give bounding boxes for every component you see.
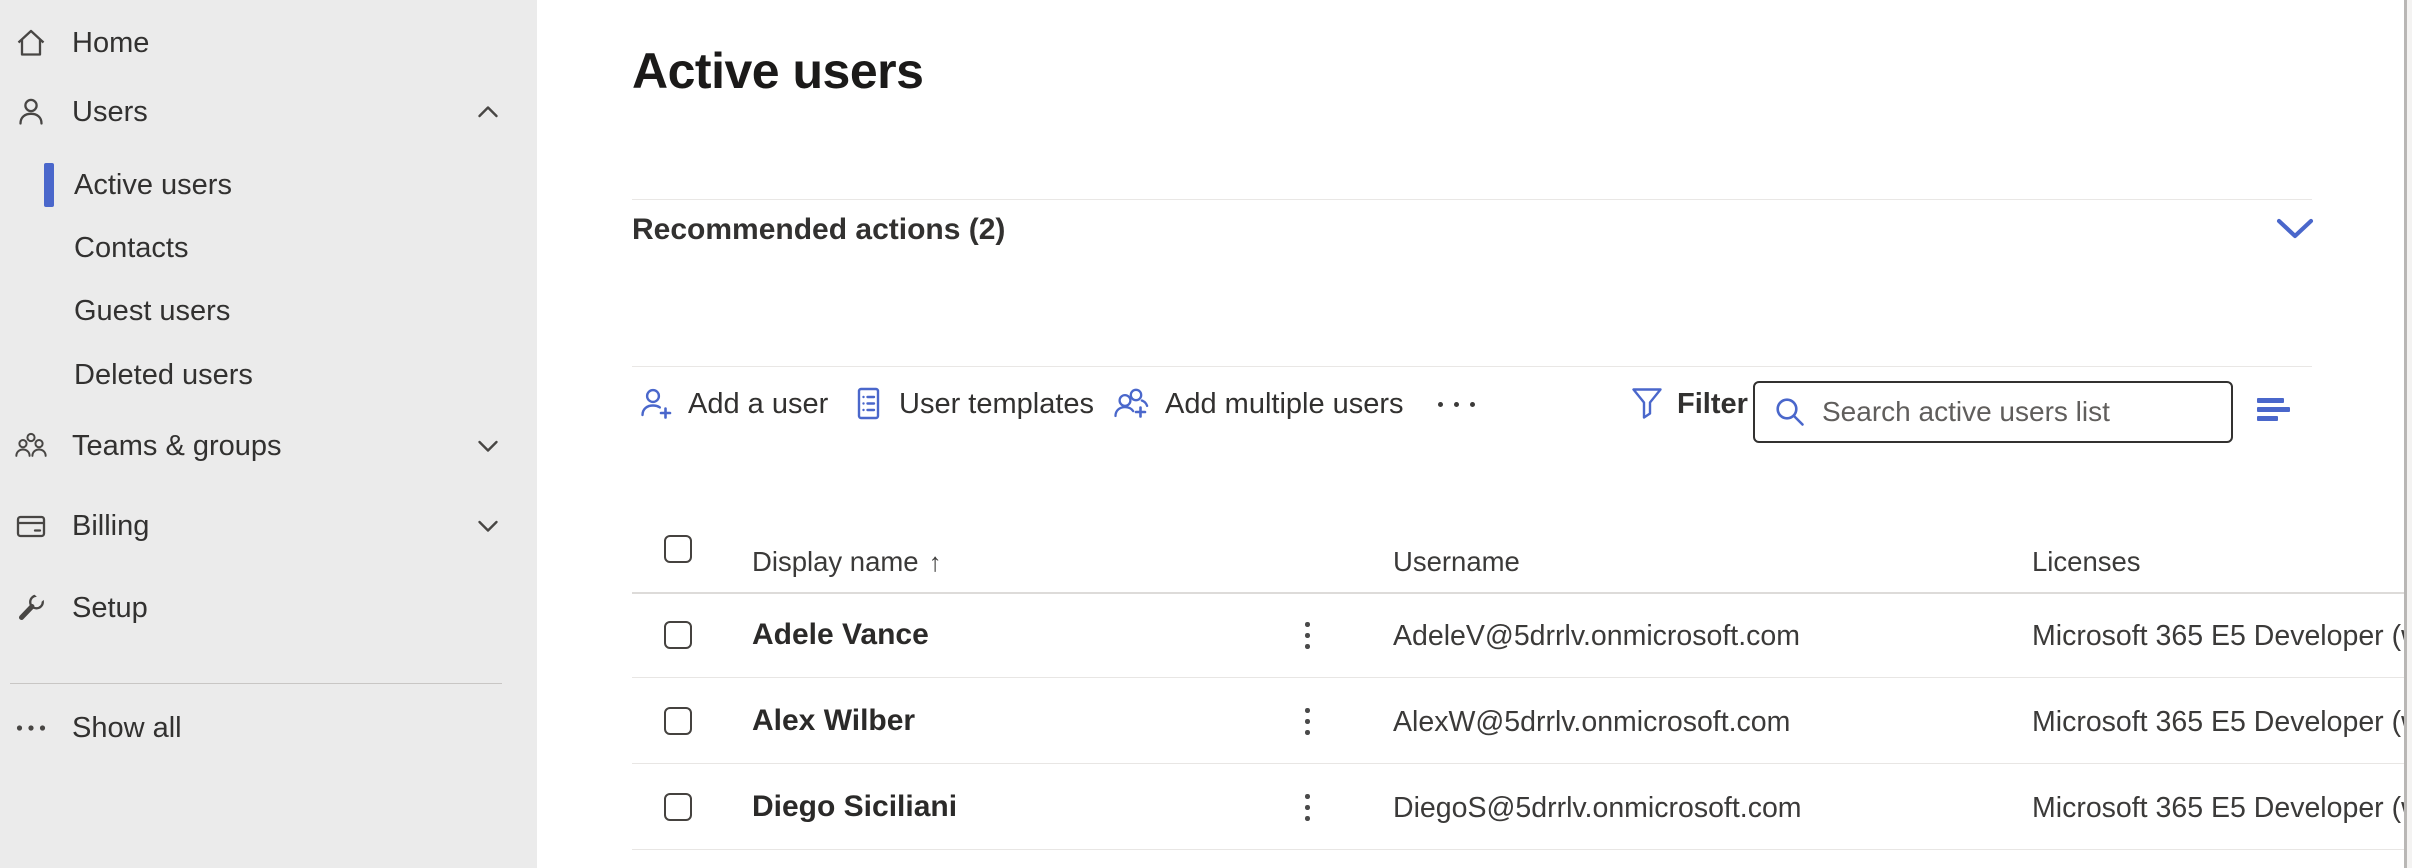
row-checkbox[interactable]	[664, 707, 692, 735]
teams-groups-icon	[14, 429, 48, 463]
button-label: Add a user	[688, 388, 828, 421]
sidebar-item-billing[interactable]: Billing	[0, 496, 537, 556]
sidebar-item-guest-users[interactable]: Guest users	[0, 281, 537, 341]
template-list-icon	[851, 385, 885, 423]
more-actions-button[interactable]	[1438, 380, 1475, 428]
setup-wrench-icon	[14, 591, 48, 625]
chevron-down-icon[interactable]	[477, 517, 499, 535]
sidebar-item-label: Billing	[72, 510, 149, 543]
button-label: Filter	[1677, 388, 1748, 421]
column-header-label: Display name	[752, 546, 919, 577]
user-display-name-link[interactable]: Alex Wilber	[752, 704, 915, 738]
username-cell: DiegoS@5drrlv.onmicrosoft.com	[1393, 792, 1802, 825]
sidebar-item-contacts[interactable]: Contacts	[0, 218, 537, 278]
table-row: Adele Vance AdeleV@5drrlv.onmicrosoft.co…	[537, 592, 2412, 678]
search-icon	[1773, 395, 1807, 429]
column-header-username[interactable]: Username	[1393, 546, 1520, 578]
recommended-actions-label: Recommended actions (2)	[632, 213, 1005, 247]
button-label: Add multiple users	[1165, 388, 1404, 421]
billing-icon	[14, 509, 48, 543]
sidebar-item-home[interactable]: Home	[0, 13, 537, 73]
page-title: Active users	[632, 42, 923, 100]
row-more-actions-icon[interactable]	[1303, 708, 1311, 736]
home-icon	[14, 26, 48, 60]
add-multiple-users-button[interactable]: Add multiple users	[1113, 380, 1404, 428]
divider	[632, 199, 2312, 200]
user-icon	[14, 95, 48, 129]
divider	[632, 366, 2312, 367]
add-a-user-button[interactable]: Add a user	[638, 380, 828, 428]
user-display-name-link[interactable]: Adele Vance	[752, 618, 929, 652]
table-row: Alex Wilber AlexW@5drrlv.onmicrosoft.com…	[537, 678, 2412, 764]
sort-lines-icon[interactable]	[2257, 398, 2291, 422]
sidebar-item-deleted-users[interactable]: Deleted users	[0, 345, 537, 405]
licenses-cell: Microsoft 365 E5 Developer (withou	[2032, 620, 2412, 653]
row-more-actions-icon[interactable]	[1303, 622, 1311, 650]
column-header-display-name[interactable]: Display name ↑	[752, 546, 942, 578]
scrollbar-gutter	[2407, 0, 2412, 868]
sidebar-item-label: Show all	[72, 712, 182, 745]
sidebar-item-show-all[interactable]: Show all	[0, 698, 537, 758]
row-checkbox[interactable]	[664, 793, 692, 821]
recommended-actions-header[interactable]: Recommended actions (2)	[632, 205, 2312, 255]
chevron-down-icon[interactable]	[477, 437, 499, 455]
table-header-row: Display name ↑ Username Licenses	[537, 510, 2412, 592]
sidebar-item-active-users[interactable]: Active users	[0, 155, 537, 215]
people-add-icon	[1113, 385, 1151, 423]
licenses-cell: Microsoft 365 E5 Developer (withou	[2032, 706, 2412, 739]
sidebar-item-label: Users	[72, 96, 148, 129]
filter-funnel-icon	[1631, 386, 1663, 422]
username-cell: AdeleV@5drrlv.onmicrosoft.com	[1393, 620, 1800, 653]
sidebar-item-label: Teams & groups	[72, 430, 282, 463]
row-more-actions-icon[interactable]	[1303, 794, 1311, 822]
sidebar-item-users[interactable]: Users	[0, 82, 537, 142]
sidebar-item-setup[interactable]: Setup	[0, 578, 537, 638]
sidebar-nav: Home Users Active users Contacts Guest u…	[0, 0, 537, 868]
filter-button[interactable]: Filter	[1631, 380, 1748, 428]
sidebar-item-label: Contacts	[74, 232, 188, 265]
sidebar-item-label: Setup	[72, 592, 148, 625]
sidebar-item-label: Guest users	[74, 295, 230, 328]
row-divider	[632, 849, 2406, 850]
user-display-name-link[interactable]: Diego Siciliani	[752, 790, 957, 824]
sidebar-divider	[10, 683, 502, 684]
chevron-up-icon[interactable]	[477, 103, 499, 121]
sort-ascending-icon: ↑	[929, 547, 942, 577]
chevron-down-icon[interactable]	[2276, 217, 2314, 241]
main-content: Active users Recommended actions (2) Add…	[537, 0, 2412, 868]
table-row: Diego Siciliani DiegoS@5drrlv.onmicrosof…	[537, 764, 2412, 850]
button-label: User templates	[899, 388, 1094, 421]
show-all-ellipsis-icon	[14, 711, 48, 745]
sidebar-item-teams-groups[interactable]: Teams & groups	[0, 416, 537, 476]
search-box[interactable]	[1753, 381, 2233, 443]
username-cell: AlexW@5drrlv.onmicrosoft.com	[1393, 706, 1790, 739]
sidebar-item-label: Active users	[74, 169, 232, 202]
column-header-licenses[interactable]: Licenses	[2032, 546, 2141, 578]
search-input[interactable]	[1822, 396, 2182, 428]
sidebar-item-label: Deleted users	[74, 359, 253, 392]
select-all-checkbox[interactable]	[664, 535, 692, 563]
more-ellipsis-icon	[1438, 402, 1475, 407]
selected-indicator	[44, 163, 54, 207]
person-add-icon	[638, 385, 674, 423]
row-checkbox[interactable]	[664, 621, 692, 649]
user-templates-button[interactable]: User templates	[851, 380, 1094, 428]
sidebar-item-label: Home	[72, 27, 149, 60]
licenses-cell: Microsoft 365 E5 Developer (withou	[2032, 792, 2412, 825]
